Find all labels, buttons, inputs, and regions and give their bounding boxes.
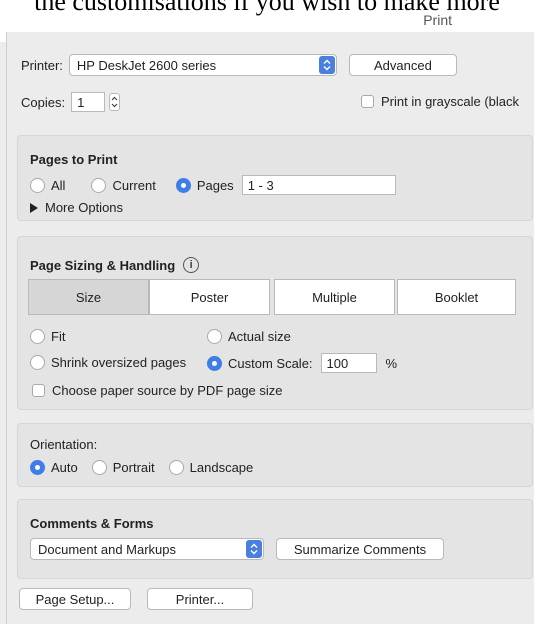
paper-source-option: Choose paper source by PDF page size (32, 383, 283, 398)
copies-row: Copies: (21, 92, 121, 112)
current-radio[interactable] (91, 177, 107, 193)
current-label: Current (112, 177, 156, 193)
orientation-radio-group: Auto Portrait Landscape (30, 460, 253, 475)
grayscale-label: Print in grayscale (black (381, 94, 519, 109)
print-dialog: Printer: HP DeskJet 2600 series Advanced… (6, 32, 534, 624)
percent-label: % (385, 355, 398, 371)
actual-size-label: Actual size (228, 329, 291, 344)
fit-option: Fit (30, 329, 65, 344)
pages-label: Pages (196, 177, 234, 193)
copies-stepper[interactable] (109, 93, 121, 111)
comments-title: Comments & Forms (30, 516, 154, 531)
more-options-label: More Options (45, 200, 124, 215)
shrink-radio[interactable] (30, 355, 45, 370)
custom-scale-option: Custom Scale: % (207, 353, 397, 373)
copies-input[interactable] (71, 92, 106, 112)
more-options-toggle[interactable]: More Options (30, 200, 123, 215)
tab-poster[interactable]: Poster (149, 279, 270, 315)
actual-size-radio[interactable] (207, 329, 222, 344)
pages-to-print-panel: Pages to Print All Current Pages More Op… (17, 135, 533, 221)
printer-select[interactable]: HP DeskJet 2600 series (68, 54, 337, 76)
pages-radio-group: All Current Pages (30, 175, 396, 195)
pages-to-print-title: Pages to Print (30, 152, 118, 167)
footer-row: Page Setup... Printer... (19, 588, 253, 610)
comments-panel: Comments & Forms Document and Markups Su… (17, 499, 533, 579)
page-sizing-title: Page Sizing & Handling (30, 257, 176, 273)
custom-scale-radio[interactable] (207, 355, 222, 371)
shrink-label: Shrink oversized pages (51, 355, 187, 370)
chevron-updown-icon (246, 540, 262, 558)
tab-booklet[interactable]: Booklet (397, 279, 516, 315)
auto-radio[interactable] (30, 460, 45, 475)
landscape-radio[interactable] (168, 460, 184, 475)
comments-row: Document and Markups Summarize Comments (30, 538, 444, 560)
chevron-updown-icon (318, 56, 335, 74)
all-radio[interactable] (30, 177, 45, 193)
page-sizing-panel: Page Sizing & Handling i Size Poster Mul… (17, 236, 533, 410)
comments-value: Document and Markups (38, 541, 177, 557)
shrink-option: Shrink oversized pages (30, 355, 186, 370)
grayscale-row: Print in grayscale (black (361, 94, 519, 109)
chevron-updown-icon (111, 96, 118, 108)
pages-radio[interactable] (175, 177, 191, 193)
grayscale-checkbox[interactable] (361, 95, 374, 108)
paper-source-label: Choose paper source by PDF page size (52, 383, 283, 398)
comments-select[interactable]: Document and Markups (30, 538, 264, 560)
landscape-label: Landscape (189, 460, 254, 475)
auto-label: Auto (51, 460, 78, 475)
copies-label: Copies: (21, 94, 66, 110)
pages-range-input[interactable] (241, 175, 396, 195)
orientation-panel: Orientation: Auto Portrait Landscape (17, 423, 533, 487)
orientation-title: Orientation: (30, 437, 98, 452)
triangle-right-icon (30, 202, 38, 213)
tab-multiple[interactable]: Multiple (274, 279, 395, 315)
summarize-comments-button[interactable]: Summarize Comments (276, 538, 444, 560)
fit-label: Fit (51, 329, 66, 344)
actual-size-option: Actual size (207, 329, 291, 344)
window-title: Print (423, 12, 452, 28)
info-icon[interactable]: i (183, 257, 200, 273)
fit-radio[interactable] (30, 329, 45, 344)
all-label: All (51, 177, 66, 193)
printer-value: HP DeskJet 2600 series (76, 57, 217, 73)
portrait-label: Portrait (112, 460, 155, 475)
printer-label: Printer: (21, 57, 63, 73)
page-sizing-title-row: Page Sizing & Handling i (30, 257, 200, 273)
paper-source-checkbox[interactable] (32, 384, 45, 397)
custom-scale-input[interactable] (320, 353, 377, 373)
printer-row: Printer: HP DeskJet 2600 series Advanced (21, 54, 457, 76)
portrait-radio[interactable] (91, 460, 107, 475)
printer-button[interactable]: Printer... (147, 588, 253, 610)
tab-size[interactable]: Size (28, 279, 149, 315)
advanced-button[interactable]: Advanced (348, 54, 457, 76)
page-setup-button[interactable]: Page Setup... (19, 588, 131, 610)
custom-scale-label: Custom Scale: (228, 355, 313, 371)
